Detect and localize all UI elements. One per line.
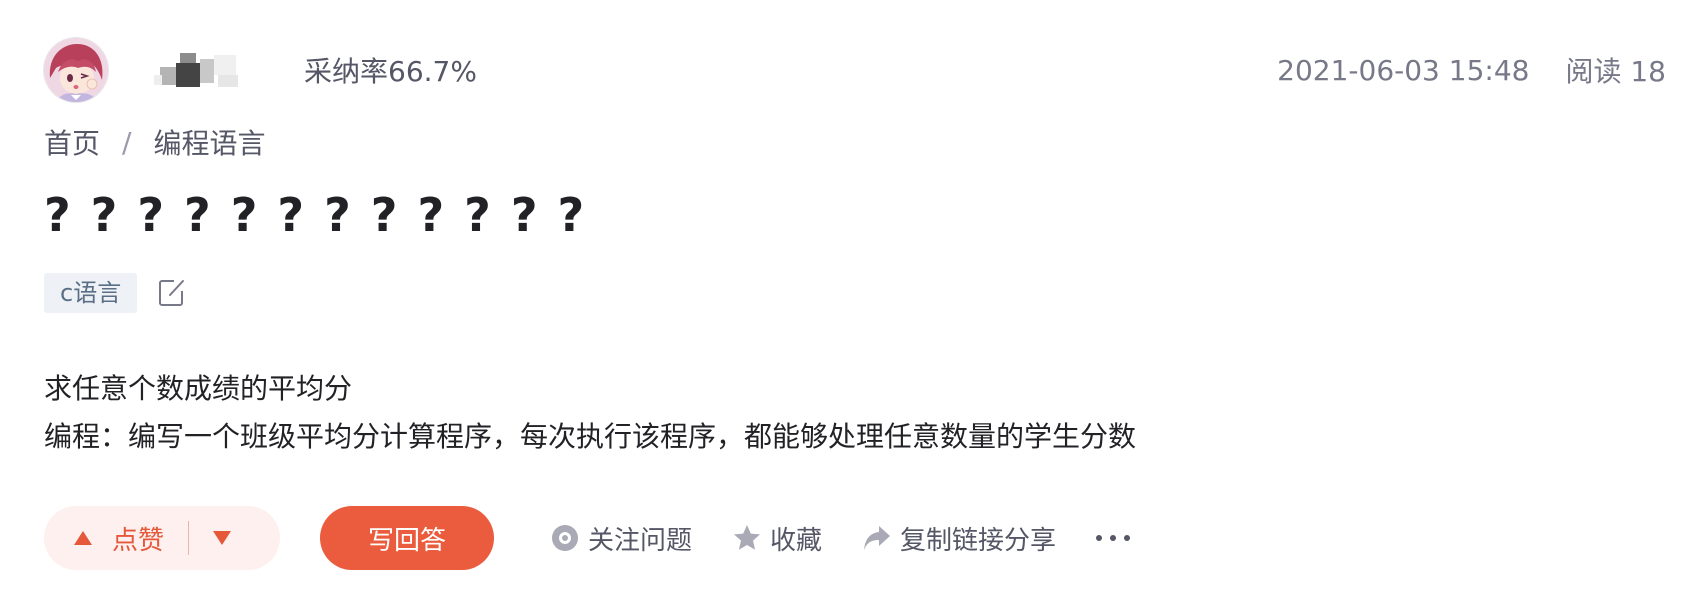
- read-count: 阅读 18: [1565, 55, 1666, 88]
- body-line: 编程：编写一个班级平均分计算程序，每次执行该程序，都能够处理任意数量的学生分数: [44, 420, 1137, 453]
- breadcrumb-separator: /: [122, 125, 132, 159]
- more-dot: [1124, 535, 1131, 541]
- avatar[interactable]: [44, 38, 108, 102]
- more-dot: [1110, 535, 1117, 541]
- share-arrow-icon: [864, 526, 891, 550]
- copy-link-share-button[interactable]: 复制链接分享: [862, 520, 1056, 557]
- eye-icon: [552, 525, 578, 551]
- tag-row: c语言: [44, 273, 187, 313]
- more-dot: [1096, 535, 1103, 541]
- body-line: 求任意个数成绩的平均分: [44, 372, 353, 405]
- vote-group: 点赞: [44, 506, 280, 570]
- write-answer-button[interactable]: 写回答: [320, 506, 494, 570]
- action-bar: 点赞 写回答 关注问题 收藏 复制链接分享: [44, 506, 1131, 570]
- tag-c-language[interactable]: c语言: [44, 273, 138, 313]
- edit-icon[interactable]: [157, 278, 187, 308]
- share-label: 复制链接分享: [900, 525, 1057, 556]
- breadcrumb-category[interactable]: 编程语言: [153, 122, 265, 162]
- upvote-button[interactable]: 点赞: [44, 506, 164, 570]
- question-page: 采纳率66.7% 2021-06-03 15:48 阅读 18 首页 / 编程语…: [0, 0, 1692, 592]
- follow-question-button[interactable]: 关注问题: [550, 520, 692, 557]
- question-title: ????????????: [44, 188, 605, 242]
- breadcrumb-home[interactable]: 首页: [44, 122, 100, 162]
- triangle-up-icon: [74, 531, 92, 545]
- star-icon: [734, 525, 761, 550]
- question-meta: 2021-06-03 15:48 阅读 18: [1277, 50, 1666, 90]
- collect-button[interactable]: 收藏: [732, 520, 822, 557]
- collect-label: 收藏: [770, 525, 823, 556]
- more-dots-icon[interactable]: [1096, 523, 1131, 553]
- question-header: 采纳率66.7% 2021-06-03 15:48 阅读 18: [44, 38, 1666, 102]
- triangle-down-icon: [213, 531, 232, 545]
- follow-label: 关注问题: [588, 525, 693, 556]
- breadcrumb: 首页 / 编程语言: [44, 122, 265, 162]
- question-body: 求任意个数成绩的平均分 编程：编写一个班级平均分计算程序，每次执行该程序，都能够…: [44, 365, 1136, 461]
- adoption-rate: 采纳率66.7%: [304, 55, 477, 88]
- post-timestamp: 2021-06-03 15:48: [1277, 53, 1530, 87]
- upvote-label: 点赞: [112, 525, 165, 556]
- username-redacted: [154, 47, 250, 93]
- downvote-button[interactable]: [189, 506, 255, 570]
